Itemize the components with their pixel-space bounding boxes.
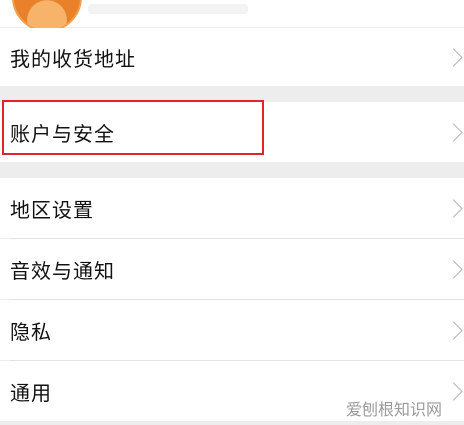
- chevron-right-icon: [444, 47, 463, 67]
- chevron-right-icon: [444, 259, 463, 279]
- settings-item-label: 我的收货地址: [10, 46, 136, 71]
- chevron-right-icon: [444, 320, 463, 340]
- settings-item-sound-notifications[interactable]: 音效与通知: [0, 239, 464, 299]
- chevron-right-icon: [444, 122, 463, 142]
- settings-item-label: 通用: [10, 380, 52, 405]
- settings-item-account-security[interactable]: 账户与安全: [0, 102, 464, 162]
- profile-name-placeholder: [88, 4, 248, 14]
- watermark-text: 爱刨根知识网: [345, 400, 442, 419]
- settings-item-label: 隐私: [10, 319, 52, 344]
- profile-header[interactable]: [0, 0, 464, 32]
- settings-item-label: 音效与通知: [10, 258, 115, 283]
- settings-item-label: 地区设置: [10, 197, 94, 222]
- settings-page: 我的收货地址 账户与安全 地区设置 音效与通知 隐私 通用 爱刨根知识网: [0, 0, 464, 425]
- chevron-right-icon: [444, 198, 463, 218]
- settings-item-privacy[interactable]: 隐私: [0, 300, 464, 360]
- settings-item-region[interactable]: 地区设置: [0, 178, 464, 238]
- settings-item-label: 账户与安全: [10, 121, 115, 146]
- settings-item-shipping-address[interactable]: 我的收货地址: [0, 28, 464, 86]
- chevron-right-icon: [444, 381, 463, 401]
